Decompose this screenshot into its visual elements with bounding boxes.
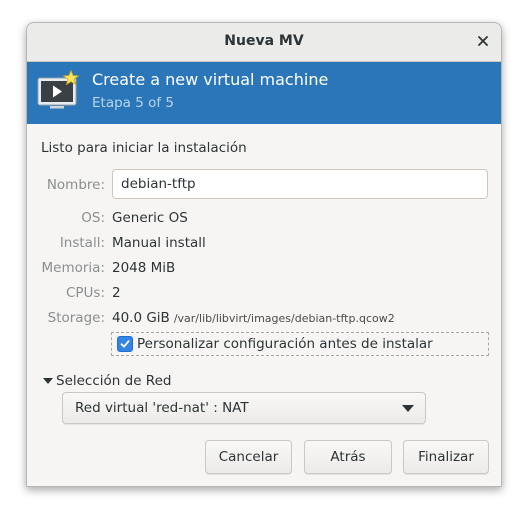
virtual-machine-icon [37, 69, 80, 109]
cpus-value: 2 [112, 285, 121, 301]
memory-label: Memoria: [41, 260, 106, 276]
cpus-label: CPUs: [65, 285, 105, 301]
close-icon [478, 36, 488, 46]
wizard-header: Create a new virtual machine Etapa 5 of … [27, 62, 501, 124]
close-button[interactable] [473, 31, 493, 51]
wizard-title: Create a new virtual machine [92, 70, 329, 89]
network-selection-expander[interactable]: Selección de Red [43, 373, 171, 389]
storage-value: 40.0 GiB/var/lib/libvirt/images/debian-t… [112, 310, 395, 326]
install-label: Install: [59, 235, 105, 251]
customize-label: Personalizar configuración antes de inst… [137, 336, 433, 352]
window-title: Nueva MV [224, 33, 304, 49]
network-selected-value: Red virtual 'red-nat' : NAT [75, 400, 249, 416]
new-vm-dialog: Nueva MV Create a new virtual machine Et… [26, 22, 502, 487]
triangle-down-icon [43, 378, 53, 384]
storage-size: 40.0 GiB [112, 310, 170, 326]
dropdown-arrow-icon [402, 405, 414, 412]
wizard-step: Etapa 5 of 5 [92, 95, 175, 111]
finish-button[interactable]: Finalizar [403, 440, 489, 474]
back-button[interactable]: Atrás [304, 440, 392, 474]
network-expander-label: Selección de Red [56, 373, 172, 389]
install-value: Manual install [112, 235, 206, 251]
title-bar[interactable]: Nueva MV [27, 23, 501, 62]
storage-label: Storage: [47, 310, 105, 326]
network-dropdown[interactable]: Red virtual 'red-nat' : NAT [62, 392, 426, 424]
storage-path: /var/lib/libvirt/images/debian-tftp.qcow… [173, 312, 395, 325]
os-label: OS: [81, 210, 105, 226]
ready-heading: Listo para iniciar la instalación [41, 140, 247, 156]
customize-checkbox[interactable] [117, 336, 133, 352]
name-field[interactable] [112, 169, 488, 199]
os-value: Generic OS [112, 210, 188, 226]
cancel-button[interactable]: Cancelar [205, 440, 292, 474]
memory-value: 2048 MiB [112, 260, 176, 276]
checkmark-icon [120, 340, 130, 348]
customize-checkbox-row[interactable]: Personalizar configuración antes de inst… [111, 332, 489, 356]
name-label: Nombre: [46, 177, 105, 193]
